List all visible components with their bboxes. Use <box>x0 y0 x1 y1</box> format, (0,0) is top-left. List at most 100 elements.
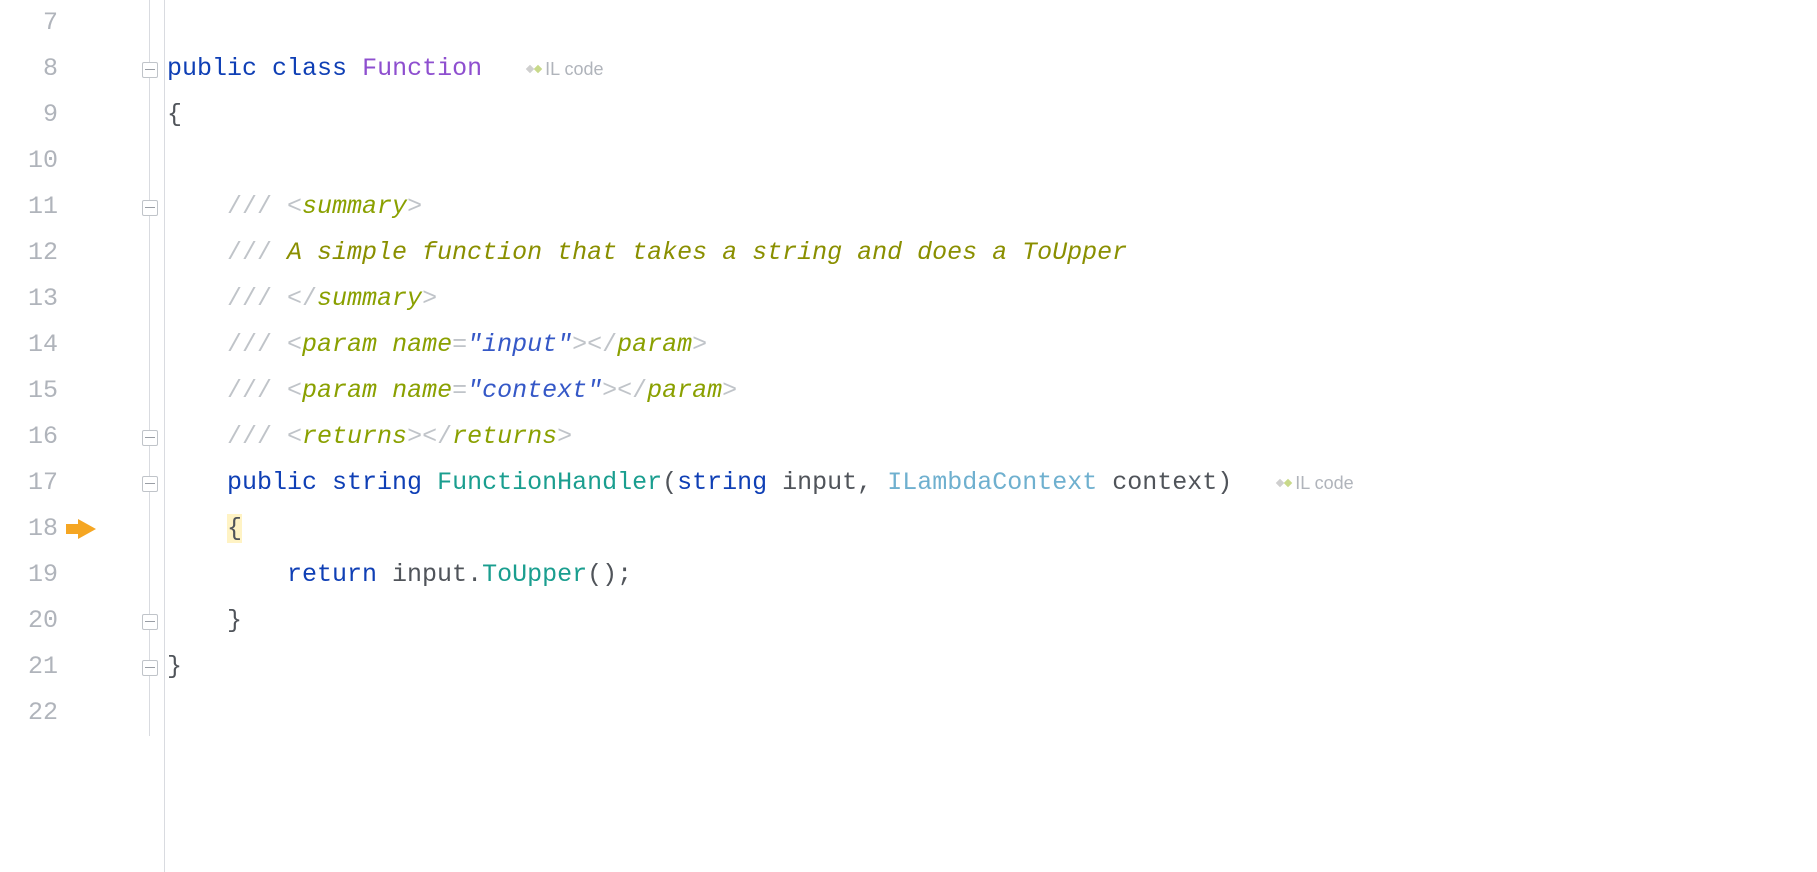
il-icon <box>527 62 541 76</box>
doc-bracket: </ <box>287 284 317 313</box>
doc-slashes: /// <box>227 422 287 451</box>
code-line[interactable] <box>167 138 1817 184</box>
line-number: 21 <box>0 644 58 690</box>
doc-tag: param <box>647 376 722 405</box>
doc-slashes: /// <box>227 330 287 359</box>
execution-pointer-icon <box>78 519 96 539</box>
line-number: 15 <box>0 368 58 414</box>
doc-bracket: > <box>602 376 617 405</box>
doc-bracket: </ <box>587 330 617 359</box>
comma: , <box>857 468 887 497</box>
doc-bracket: </ <box>422 422 452 451</box>
line-number-gutter: 7 8 9 10 11 12 13 14 15 16 17 18 19 20 2… <box>0 0 66 872</box>
keyword-class: class <box>272 54 347 83</box>
paren: ) <box>1217 468 1232 497</box>
doc-eq: = <box>452 330 467 359</box>
doc-attr: name <box>377 376 452 405</box>
fold-gutter[interactable] <box>136 0 165 872</box>
doc-slashes: /// <box>227 284 287 313</box>
method-name: ToUpper <box>482 560 587 589</box>
line-number: 9 <box>0 92 58 138</box>
type-name: Function <box>362 54 482 83</box>
doc-slashes: /// <box>227 376 287 405</box>
fold-toggle-icon[interactable] <box>142 430 158 446</box>
doc-tag: param <box>302 376 377 405</box>
doc-bracket: > <box>722 376 737 405</box>
code-line[interactable]: public class Function IL code <box>167 46 1817 92</box>
il-code-hint[interactable]: IL code <box>1277 473 1353 493</box>
line-number: 11 <box>0 184 58 230</box>
doc-tag: param <box>302 330 377 359</box>
keyword-string: string <box>677 468 767 497</box>
line-number: 8 <box>0 46 58 92</box>
line-number: 17 <box>0 460 58 506</box>
code-line[interactable]: /// <param name="context"></param> <box>167 368 1817 414</box>
keyword-public: public <box>167 54 257 83</box>
code-line[interactable]: /// </summary> <box>167 276 1817 322</box>
fold-toggle-icon[interactable] <box>142 476 158 492</box>
doc-bracket: > <box>692 330 707 359</box>
doc-tag: returns <box>452 422 557 451</box>
code-line[interactable]: } <box>167 598 1817 644</box>
doc-eq: = <box>452 376 467 405</box>
code-line[interactable]: { <box>167 92 1817 138</box>
code-area[interactable]: public class Function IL code { /// <sum… <box>165 0 1817 872</box>
doc-bracket: > <box>422 284 437 313</box>
line-number: 14 <box>0 322 58 368</box>
doc-attr: name <box>377 330 452 359</box>
code-line[interactable]: return input.ToUpper(); <box>167 552 1817 598</box>
keyword-return: return <box>287 560 377 589</box>
doc-bracket: > <box>407 192 422 221</box>
doc-tag: summary <box>302 192 407 221</box>
fold-toggle-icon[interactable] <box>142 614 158 630</box>
doc-attr-value: "context" <box>467 376 602 405</box>
dot: . <box>467 560 482 589</box>
doc-bracket: < <box>287 422 302 451</box>
doc-bracket: </ <box>617 376 647 405</box>
code-line[interactable]: { <box>167 506 1817 552</box>
code-line[interactable]: /// <returns></returns> <box>167 414 1817 460</box>
line-number: 7 <box>0 0 58 46</box>
code-line[interactable] <box>167 690 1817 736</box>
doc-slashes: /// <box>227 238 287 267</box>
il-icon <box>1277 476 1291 490</box>
line-number: 12 <box>0 230 58 276</box>
param-name: input <box>767 468 857 497</box>
il-label: IL code <box>1295 473 1353 493</box>
code-line[interactable]: public string FunctionHandler(string inp… <box>167 460 1817 506</box>
fold-toggle-icon[interactable] <box>142 200 158 216</box>
line-number: 13 <box>0 276 58 322</box>
line-number: 22 <box>0 690 58 736</box>
line-number: 19 <box>0 552 58 598</box>
line-number: 16 <box>0 414 58 460</box>
code-line[interactable]: /// <summary> <box>167 184 1817 230</box>
doc-bracket: > <box>407 422 422 451</box>
doc-attr-value: "input" <box>467 330 572 359</box>
brace: } <box>227 606 242 635</box>
brace-highlighted: { <box>227 514 242 543</box>
keyword-string: string <box>332 468 422 497</box>
il-code-hint[interactable]: IL code <box>527 59 603 79</box>
line-number: 20 <box>0 598 58 644</box>
method-name: FunctionHandler <box>437 468 662 497</box>
code-line[interactable]: /// A simple function that takes a strin… <box>167 230 1817 276</box>
fold-toggle-icon[interactable] <box>142 62 158 78</box>
code-editor[interactable]: 7 8 9 10 11 12 13 14 15 16 17 18 19 20 2… <box>0 0 1817 872</box>
breakpoint-gutter[interactable] <box>66 0 136 872</box>
identifier: input <box>377 560 467 589</box>
brace: { <box>167 100 182 129</box>
doc-text: A simple function that takes a string an… <box>287 238 1127 267</box>
doc-bracket: < <box>287 376 302 405</box>
code-line[interactable]: } <box>167 644 1817 690</box>
call: (); <box>587 560 632 589</box>
line-number: 18 <box>0 506 58 552</box>
code-line[interactable] <box>167 0 1817 46</box>
line-number: 10 <box>0 138 58 184</box>
doc-tag: param <box>617 330 692 359</box>
il-label: IL code <box>545 59 603 79</box>
fold-toggle-icon[interactable] <box>142 660 158 676</box>
brace: } <box>167 652 182 681</box>
doc-tag: summary <box>317 284 422 313</box>
code-line[interactable]: /// <param name="input"></param> <box>167 322 1817 368</box>
doc-bracket: > <box>572 330 587 359</box>
